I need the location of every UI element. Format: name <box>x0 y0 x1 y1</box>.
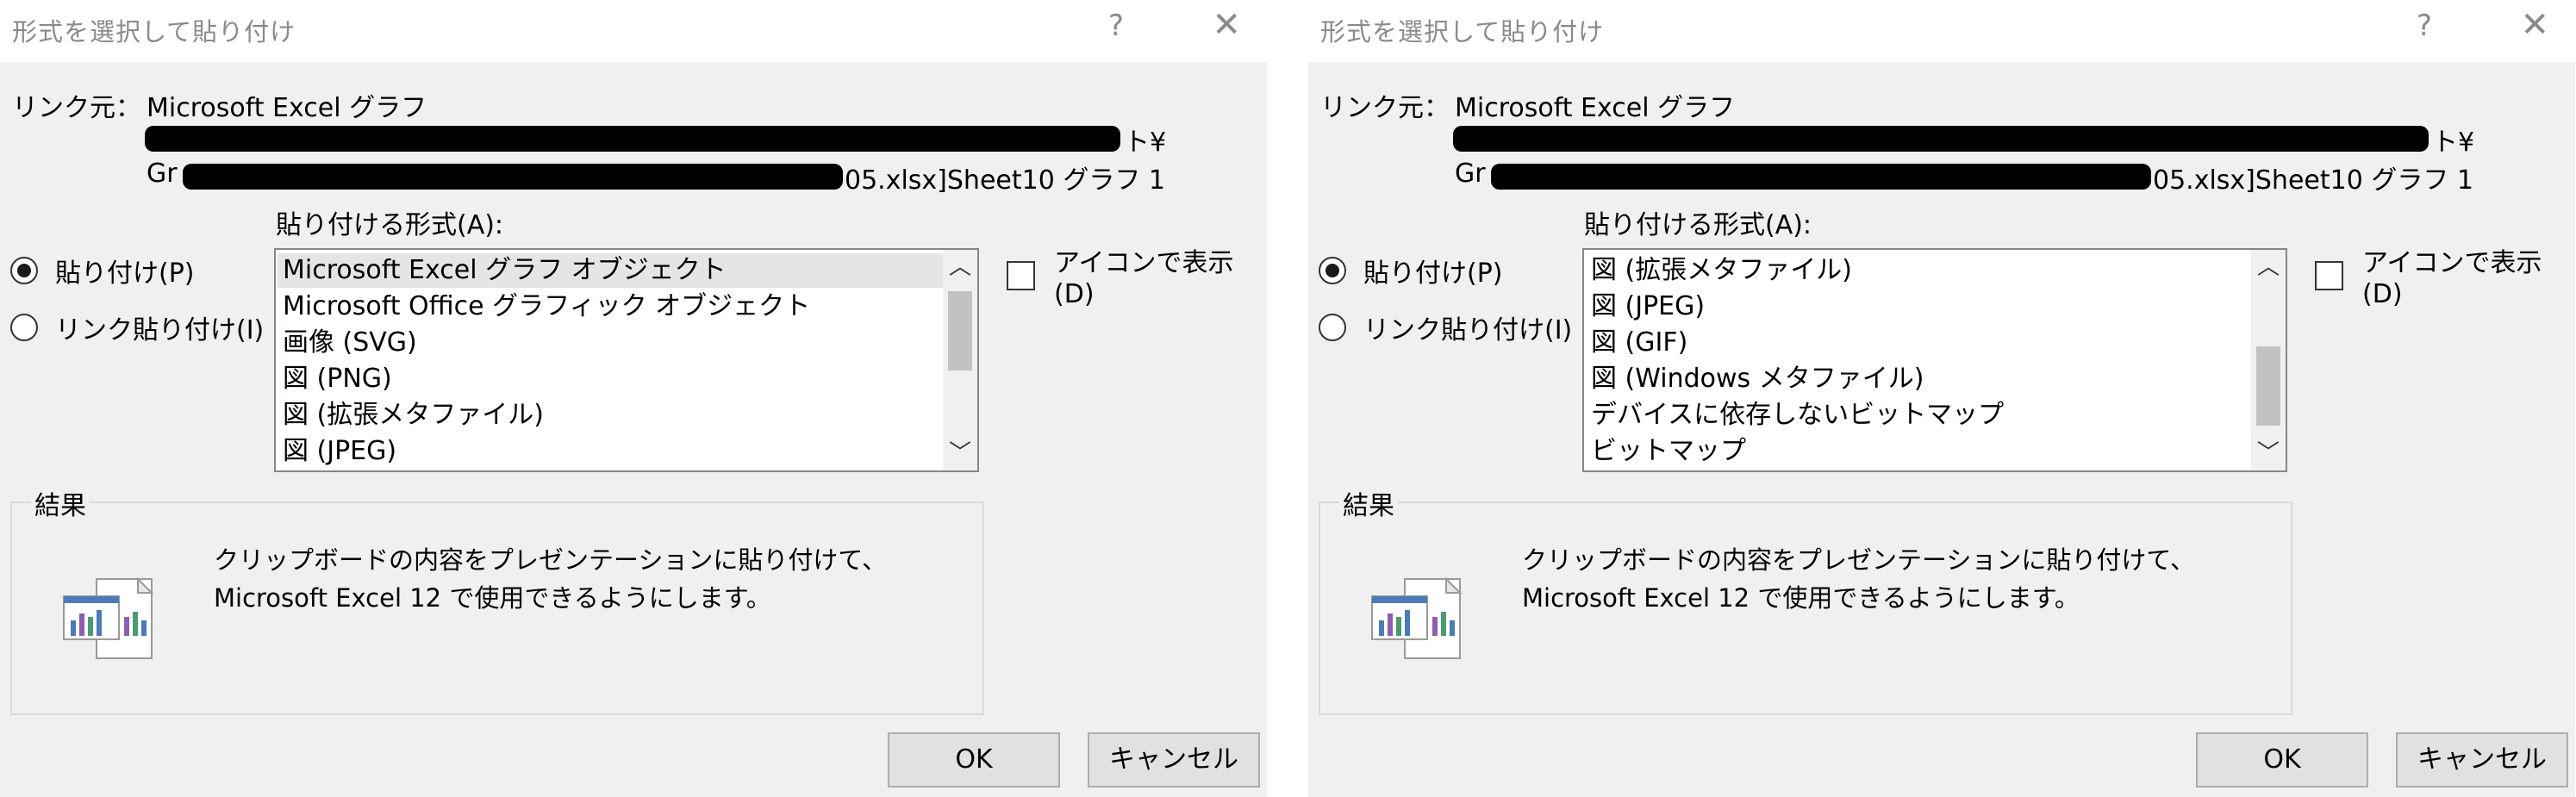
list-item[interactable]: 図 (Windows メタファイル) <box>1591 362 1924 396</box>
redaction-bar <box>183 164 843 190</box>
result-description: クリップボードの内容をプレゼンテーションに貼り付けて、Microsoft Exc… <box>1522 545 2195 613</box>
scroll-down-icon[interactable]: ﹀ <box>943 436 977 470</box>
paste-special-dialog-1: 形式を選択して貼り付け ? ✕ リンク元： Microsoft Excel グラ… <box>0 0 1267 797</box>
source-name: Microsoft Excel グラフ <box>147 93 427 123</box>
show-as-icon-checkbox[interactable]: アイコンで表示(D) <box>2315 241 2575 309</box>
show-as-icon-label: アイコンで表示(D) <box>1054 248 1234 309</box>
ok-button[interactable]: OK <box>888 732 1060 788</box>
source-name: Microsoft Excel グラフ <box>1455 93 1736 123</box>
paste-link-radio[interactable]: リンク貼り付け(I) <box>1319 308 1572 346</box>
paste-special-dialog-2: 形式を選択して貼り付け ? ✕ リンク元： Microsoft Excel グラ… <box>1308 0 2575 797</box>
redaction-bar <box>1453 126 2429 152</box>
scroll-down-icon[interactable]: ﹀ <box>2251 436 2286 470</box>
source-label: リンク元： <box>12 93 141 123</box>
list-item[interactable]: 図 (GIF) <box>1591 326 1687 360</box>
list-item[interactable]: 図 (拡張メタファイル) <box>283 398 544 433</box>
paste-link-radio[interactable]: リンク貼り付け(I) <box>10 308 264 346</box>
list-item[interactable]: Microsoft Office グラフィック オブジェクト <box>283 290 810 324</box>
title-bar: 形式を選択して貼り付け ? ✕ <box>1308 0 2575 62</box>
path-line-end: ト¥ <box>2432 128 2475 158</box>
show-as-icon-checkbox[interactable]: アイコンで表示(D) <box>1007 241 1267 309</box>
dialog-title: 形式を選択して貼り付け <box>12 17 296 47</box>
list-item[interactable]: Microsoft Excel グラフ オブジェクト <box>278 253 943 288</box>
radio-empty-icon[interactable] <box>10 314 38 341</box>
paste-radio[interactable]: 貼り付け(P) <box>1319 252 1503 290</box>
scrollbar[interactable]: ︿ ﹀ <box>2251 250 2286 470</box>
scroll-up-icon[interactable]: ︿ <box>943 250 977 284</box>
list-item[interactable]: デバイスに依存しないビットマップ <box>1591 398 2004 433</box>
title-bar: 形式を選択して貼り付け ? ✕ <box>0 0 1267 62</box>
path-line-start: Gr <box>1455 159 1486 189</box>
redaction-bar <box>1491 164 2151 190</box>
paste-chart-icon <box>63 576 154 659</box>
cancel-button[interactable]: キャンセル <box>1088 732 1260 788</box>
paste-format-list[interactable]: Microsoft Excel グラフ オブジェクト Microsoft Off… <box>274 248 979 472</box>
help-icon[interactable]: ? <box>2417 9 2432 43</box>
checkbox-icon[interactable] <box>2315 260 2344 290</box>
path-line-tail: 05.xlsx]Sheet10 グラフ 1 <box>2153 165 2473 196</box>
paste-radio-label: 貼り付け(P) <box>55 258 195 289</box>
dialog-title: 形式を選択して貼り付け <box>1320 17 1605 47</box>
paste-radio-label: 貼り付け(P) <box>1363 258 1503 289</box>
paste-format-label: 貼り付ける形式(A): <box>276 210 504 240</box>
scroll-thumb[interactable] <box>948 291 972 370</box>
path-line-end: ト¥ <box>1124 128 1167 158</box>
close-icon[interactable]: ✕ <box>2520 5 2549 45</box>
list-item[interactable]: 図 (JPEG) <box>283 434 396 469</box>
radio-empty-icon[interactable] <box>1319 314 1346 341</box>
paste-link-radio-label: リンク貼り付け(I) <box>55 315 265 346</box>
show-as-icon-label: アイコンで表示(D) <box>2362 248 2542 309</box>
redaction-bar <box>145 126 1120 152</box>
checkbox-icon[interactable] <box>1007 260 1036 290</box>
scroll-thumb[interactable] <box>2256 346 2280 426</box>
scroll-up-icon[interactable]: ︿ <box>2251 250 2286 284</box>
result-description: クリップボードの内容をプレゼンテーションに貼り付けて、Microsoft Exc… <box>214 545 887 613</box>
path-line-tail: 05.xlsx]Sheet10 グラフ 1 <box>845 165 1165 196</box>
result-label: 結果 <box>1339 484 1398 522</box>
scrollbar[interactable]: ︿ ﹀ <box>943 250 977 470</box>
list-item[interactable]: ビットマップ <box>1591 434 1746 469</box>
cancel-button[interactable]: キャンセル <box>2396 732 2568 788</box>
path-line-start: Gr <box>147 159 178 189</box>
paste-format-label: 貼り付ける形式(A): <box>1584 210 1812 240</box>
radio-selected-icon[interactable] <box>10 257 38 284</box>
list-item[interactable]: 画像 (SVG) <box>283 326 417 360</box>
list-item[interactable]: 図 (拡張メタファイル) <box>1591 253 1852 288</box>
radio-selected-icon[interactable] <box>1319 257 1346 284</box>
paste-chart-icon <box>1371 576 1463 659</box>
list-item[interactable]: 図 (PNG) <box>283 362 392 396</box>
paste-link-radio-label: リンク貼り付け(I) <box>1363 315 1573 346</box>
paste-format-list[interactable]: 図 (拡張メタファイル) 図 (JPEG) 図 (GIF) 図 (Windows… <box>1582 248 2287 472</box>
list-item[interactable]: 図 (JPEG) <box>1591 290 1705 324</box>
result-label: 結果 <box>31 484 90 522</box>
ok-button[interactable]: OK <box>2196 732 2368 788</box>
paste-radio[interactable]: 貼り付け(P) <box>10 252 195 290</box>
source-label: リンク元： <box>1320 93 1450 123</box>
close-icon[interactable]: ✕ <box>1212 5 1241 45</box>
help-icon[interactable]: ? <box>1108 9 1124 43</box>
